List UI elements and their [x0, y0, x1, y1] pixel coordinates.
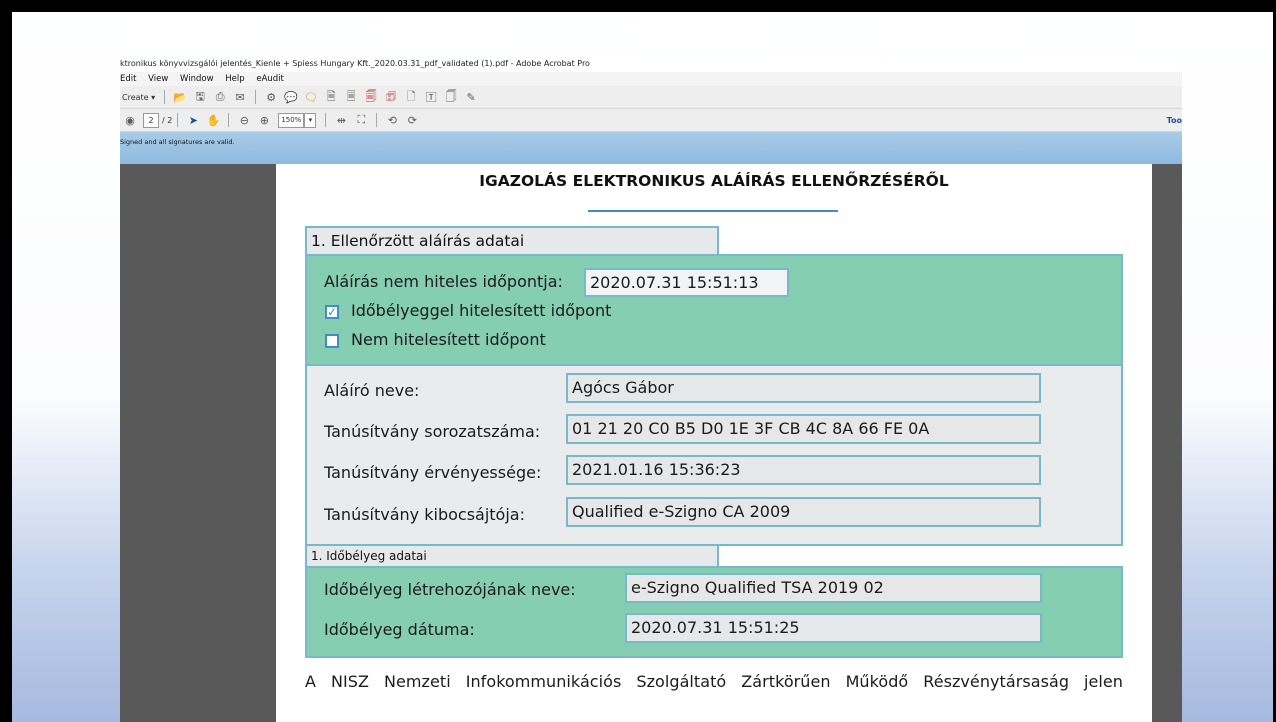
previous-page-icon[interactable]: ◉	[122, 112, 138, 128]
read-mode-icon[interactable]: ⟳	[404, 112, 420, 128]
timestamp-panel: Időbélyeg létrehozójának neve: e-Szigno …	[305, 566, 1123, 658]
tsa-date-label: Időbélyeg dátuma:	[324, 620, 475, 639]
toolbar-separator	[325, 113, 327, 127]
cert-issuer-label: Tanúsítvány kibocsájtója:	[324, 505, 525, 524]
menu-view[interactable]: View	[148, 74, 168, 84]
signing-time-panel: Aláírás nem hiteles időpontja: 2020.07.3…	[305, 254, 1123, 366]
navigation-toolbar: ◉ 2 / 2 ➤ ✋ ⊖ ⊕ 150% ▾ ⇹ ⛶ ⟲ ⟳ Too	[120, 109, 1182, 132]
document-viewer[interactable]: IGAZOLÁS ELEKTRONIKUS ALÁÍRÁS ELLENŐRZÉS…	[120, 164, 1182, 722]
main-toolbar: Create ▾ 📂 🖫 ⎙ ✉ ⚙ 💬 🗨 🗎 🗏 🗐 🗊 🗋 🅃 🗍 ✎	[120, 86, 1182, 109]
tsa-date-field: 2020.07.31 15:51:25	[625, 613, 1042, 643]
signer-name-field: Agócs Gábor	[566, 373, 1041, 403]
form-icon[interactable]: 🗍	[443, 89, 459, 105]
title-underline	[588, 210, 838, 212]
toolbar-separator	[228, 113, 230, 127]
timestamped-checkbox: ✓	[325, 305, 339, 319]
signing-time-label: Aláírás nem hiteles időpontja:	[324, 272, 563, 291]
hand-tool-icon[interactable]: ✋	[205, 112, 221, 128]
document-title: IGAZOLÁS ELEKTRONIKUS ALÁÍRÁS ELLENŐRZÉS…	[479, 172, 949, 190]
fit-page-icon[interactable]: ⛶	[353, 112, 369, 128]
screen-border-left	[0, 0, 12, 722]
document-icon[interactable]: 🗎	[323, 89, 339, 105]
acrobat-window: ktronikus könyvvizsgálói jelentés_Kienle…	[120, 56, 1182, 722]
create-button[interactable]: Create ▾	[122, 93, 155, 102]
tsa-name-label: Időbélyeg létrehozójának neve:	[324, 580, 576, 599]
menu-edit[interactable]: Edit	[120, 74, 136, 84]
toolbar-separator	[255, 90, 257, 104]
section1-heading: 1. Ellenőrzött aláírás adatai	[305, 226, 719, 256]
save-icon[interactable]: 🖫	[192, 89, 208, 105]
toolbar-separator	[376, 113, 378, 127]
open-folder-icon[interactable]: 📂	[172, 89, 188, 105]
page-number-input[interactable]: 2	[143, 112, 159, 128]
toolbar-separator	[164, 90, 166, 104]
body-paragraph: A NISZ Nemzeti Infokommunikációs Szolgál…	[305, 672, 1123, 691]
toolbar-separator	[177, 113, 179, 127]
zoom-in-icon[interactable]: ⊕	[256, 112, 272, 128]
comment-list-icon[interactable]: 🗨	[303, 89, 319, 105]
tsa-name-field: e-Szigno Qualified TSA 2019 02	[625, 573, 1042, 603]
cert-issuer-field: Qualified e-Szigno CA 2009	[566, 497, 1041, 527]
zoom-level-input[interactable]: 150%	[278, 112, 305, 128]
timestamped-checkbox-label: Időbélyeggel hitelesített időpont	[351, 301, 612, 320]
menu-bar: Edit View Window Help eAudit	[120, 72, 1182, 86]
zoom-out-icon[interactable]: ⊖	[236, 112, 252, 128]
pencil-icon[interactable]: ✎	[463, 89, 479, 105]
tools-button[interactable]: Too	[1167, 116, 1182, 125]
menu-eaudit[interactable]: eAudit	[256, 74, 284, 84]
attach-icon[interactable]: 🗋	[403, 89, 419, 105]
email-icon[interactable]: ✉	[232, 89, 248, 105]
window-title: ktronikus könyvvizsgálói jelentés_Kienle…	[120, 56, 1182, 72]
pdf-page: IGAZOLÁS ELEKTRONIKUS ALÁÍRÁS ELLENŐRZÉS…	[276, 164, 1152, 722]
page-total: / 2	[162, 115, 173, 125]
screen-border-top	[0, 0, 1276, 12]
print-icon[interactable]: ⎙	[212, 89, 228, 105]
signer-name-label: Aláíró neve:	[324, 381, 420, 400]
cert-validity-label: Tanúsítvány érvényessége:	[324, 463, 542, 482]
cert-serial-label: Tanúsítvány sorozatszáma:	[324, 422, 541, 441]
select-cursor-icon[interactable]: ➤	[185, 112, 201, 128]
zoom-dropdown-chevron-down-icon[interactable]: ▾	[304, 112, 317, 128]
signing-time-field: 2020.07.31 15:51:13	[584, 268, 789, 297]
comment-icon[interactable]: 💬	[283, 89, 299, 105]
settings-gear-icon[interactable]: ⚙	[263, 89, 279, 105]
not-authenticated-checkbox	[325, 334, 339, 348]
cert-serial-field: 01 21 20 C0 B5 D0 1E 3F CB 4C 8A 66 FE 0…	[566, 414, 1041, 444]
certificate-panel: Aláíró neve: Agócs Gábor Tanúsítvány sor…	[305, 364, 1123, 546]
signature-status-message: Signed and all signatures are valid.	[120, 138, 235, 146]
section2-heading: 1. Időbélyeg adatai	[305, 544, 719, 568]
document-edit-icon[interactable]: 🗏	[343, 89, 359, 105]
not-authenticated-checkbox-label: Nem hitelesített időpont	[351, 330, 546, 349]
signature-status-bar: Signed and all signatures are valid.	[120, 132, 1182, 164]
rotate-icon[interactable]: ⟲	[384, 112, 400, 128]
text-box-icon[interactable]: 🅃	[423, 89, 439, 105]
fit-width-icon[interactable]: ⇹	[333, 112, 349, 128]
cert-validity-field: 2021.01.16 15:36:23	[566, 455, 1041, 485]
menu-help[interactable]: Help	[225, 74, 244, 84]
stamp-icon[interactable]: 🗐	[363, 89, 379, 105]
review-icon[interactable]: 🗊	[383, 89, 399, 105]
menu-window[interactable]: Window	[180, 74, 214, 84]
